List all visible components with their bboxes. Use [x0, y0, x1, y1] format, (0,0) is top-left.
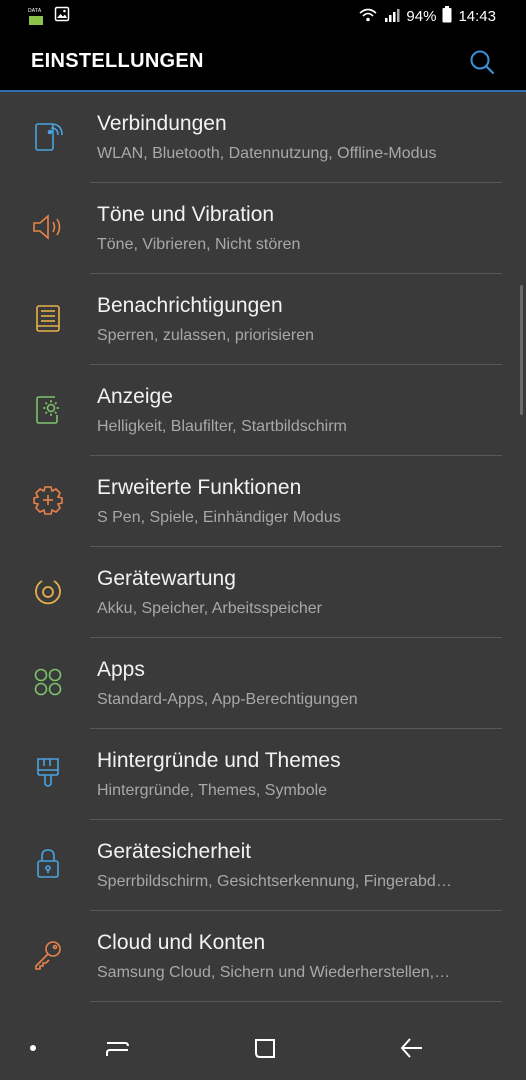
settings-item-title: Apps	[97, 658, 145, 681]
settings-item-advanced-features[interactable]: Erweiterte Funktionen S Pen, Spiele, Ein…	[0, 456, 526, 547]
advanced-features-icon	[30, 482, 66, 518]
key-icon	[30, 937, 66, 973]
settings-item-title: Hintergründe und Themes	[97, 749, 341, 772]
connections-icon	[30, 118, 66, 154]
search-button[interactable]	[468, 48, 496, 76]
app-bar: EINSTELLUNGEN	[0, 32, 526, 92]
apps-icon	[30, 664, 66, 700]
settings-item-title: Töne und Vibration	[97, 203, 275, 226]
settings-item-sounds[interactable]: Töne und Vibration Töne, Vibrieren, Nich…	[0, 183, 526, 274]
home-icon	[255, 1039, 275, 1058]
sound-icon	[30, 209, 66, 245]
signal-icon	[384, 7, 400, 27]
settings-item-title: Verbindungen	[97, 112, 227, 135]
wifi-icon	[358, 7, 378, 27]
settings-item-subtitle: Sperrbildschirm, Gesichtserkennung, Fing…	[97, 873, 452, 890]
settings-item-title: Gerätesicherheit	[97, 840, 252, 863]
settings-item-display[interactable]: Anzeige Helligkeit, Blaufilter, Startbil…	[0, 365, 526, 456]
scrollbar[interactable]	[520, 285, 523, 415]
settings-item-themes[interactable]: Hintergründe und Themes Hintergründe, Th…	[0, 729, 526, 820]
battery-percent: 94%	[406, 8, 437, 25]
settings-item-subtitle: Samsung Cloud, Sichern und Wiederherstel…	[97, 964, 451, 981]
back-arrow-icon	[400, 1038, 422, 1058]
settings-item-subtitle: Hintergründe, Themes, Symbole	[97, 782, 328, 799]
settings-list: Verbindungen WLAN, Bluetooth, Datennutzu…	[0, 92, 526, 1010]
settings-item-subtitle: Akku, Speicher, Arbeitsspeicher	[97, 600, 323, 617]
settings-item-subtitle: Sperren, zulassen, priorisieren	[97, 327, 314, 344]
page-title: EINSTELLUNGEN	[31, 50, 204, 72]
settings-item-connections[interactable]: Verbindungen WLAN, Bluetooth, Datennutzu…	[0, 92, 526, 183]
display-icon	[30, 391, 66, 427]
navigation-bar	[0, 1010, 526, 1080]
search-icon	[470, 50, 495, 75]
settings-item-subtitle: Helligkeit, Blaufilter, Startbildschirm	[97, 418, 347, 435]
settings-item-subtitle: WLAN, Bluetooth, Datennutzung, Offline-M…	[97, 145, 437, 162]
battery-icon	[442, 6, 452, 27]
settings-item-subtitle: S Pen, Spiele, Einhändiger Modus	[97, 509, 341, 526]
settings-item-title: Anzeige	[97, 385, 173, 408]
image-icon	[54, 6, 70, 27]
divider	[90, 1001, 502, 1002]
device-maintenance-icon	[30, 573, 66, 609]
settings-item-title: Benachrichtigungen	[97, 294, 283, 317]
home-button[interactable]	[251, 1034, 279, 1062]
recent-apps-icon	[106, 1042, 129, 1056]
clock: 14:43	[458, 8, 496, 25]
themes-icon	[30, 755, 66, 791]
back-button[interactable]	[398, 1034, 426, 1062]
settings-item-notifications[interactable]: Benachrichtigungen Sperren, zulassen, pr…	[0, 274, 526, 365]
settings-item-device-maintenance[interactable]: Gerätewartung Akku, Speicher, Arbeitsspe…	[0, 547, 526, 638]
settings-item-cloud-accounts[interactable]: Cloud und Konten Samsung Cloud, Sichern …	[0, 911, 526, 1002]
settings-item-title: Gerätewartung	[97, 567, 236, 590]
data-saver-icon: DATA	[28, 8, 44, 25]
settings-item-title: Cloud und Konten	[97, 931, 266, 954]
settings-item-subtitle: Standard-Apps, App-Berechtigungen	[97, 691, 358, 708]
notifications-icon	[30, 300, 66, 336]
settings-item-title: Erweiterte Funktionen	[97, 476, 302, 499]
status-bar: DATA 94% 14:43	[0, 0, 526, 32]
settings-item-device-security[interactable]: Gerätesicherheit Sperrbildschirm, Gesich…	[0, 820, 526, 911]
security-lock-icon	[30, 846, 66, 882]
settings-item-apps[interactable]: Apps Standard-Apps, App-Berechtigungen	[0, 638, 526, 729]
settings-item-subtitle: Töne, Vibrieren, Nicht stören	[97, 236, 301, 253]
nav-indicator-dot[interactable]	[30, 1045, 36, 1051]
recent-apps-button[interactable]	[104, 1034, 132, 1062]
